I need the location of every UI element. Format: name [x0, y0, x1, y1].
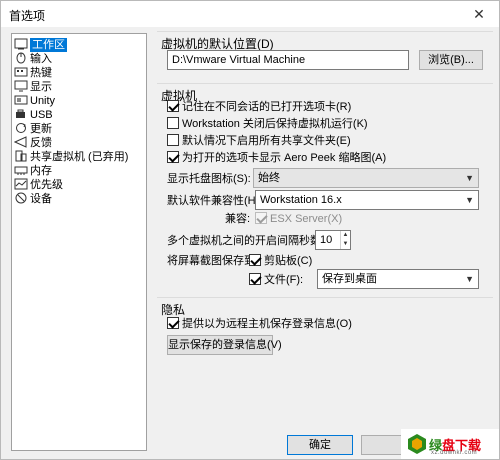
preferences-window: 首选项 ✕ 工作区 输入 热键 显示 Unity USB 更新 反馈 共享虚拟机… — [0, 0, 500, 460]
sidebar-item-usb[interactable]: USB — [14, 108, 144, 122]
sidebar-item-workspace[interactable]: 工作区 — [14, 38, 144, 52]
tray-icon-label: 显示托盘图标(S): — [167, 173, 251, 185]
esx-server-label: ESX Server(X) — [270, 213, 343, 225]
checkbox-box[interactable] — [167, 317, 179, 329]
display-icon — [14, 80, 28, 92]
sidebar-item-label: 显示 — [30, 81, 52, 93]
keep-running-label: Workstation 关闭后保持虚拟机运行(K) — [182, 118, 368, 130]
chevron-down-icon: ▼ — [465, 274, 474, 284]
remember-tabs-checkbox[interactable]: 记住在不同会话的已打开选项卡(R) — [167, 100, 351, 114]
compat-label: 默认软件兼容性(H): — [167, 195, 263, 207]
sidebar-item-label: 设备 — [30, 193, 52, 205]
interval-spinner[interactable]: 10 ▲ ▼ — [315, 230, 351, 250]
compat-select[interactable]: Workstation 16.x ▼ — [255, 190, 479, 210]
sidebar-item-display[interactable]: 显示 — [14, 80, 144, 94]
file-location-select[interactable]: 保存到桌面 ▼ — [317, 269, 479, 289]
spinner-arrows-icon[interactable]: ▲ ▼ — [340, 231, 350, 249]
chevron-down-icon: ▼ — [465, 195, 474, 205]
sidebar-item-priority[interactable]: 优先级 — [14, 178, 144, 192]
aero-peek-label: 为打开的选项卡显示 Aero Peek 缩略图(A) — [182, 152, 387, 164]
device-icon — [15, 192, 27, 204]
memory-icon — [14, 166, 28, 175]
window-title: 首选项 — [9, 9, 46, 23]
vm-location-input[interactable]: D:\Vmware Virtual Machine — [167, 50, 409, 70]
sidebar-item-shared-vm[interactable]: 共享虚拟机 (已弃用) — [14, 150, 144, 164]
usb-icon — [16, 109, 25, 118]
sidebar-item-unity[interactable]: Unity — [14, 94, 144, 108]
keep-running-checkbox[interactable]: Workstation 关闭后保持虚拟机运行(K) — [167, 117, 368, 131]
sidebar-item-input[interactable]: 输入 — [14, 52, 144, 66]
shared-folders-label: 默认情况下启用所有共享文件夹(E) — [182, 135, 351, 147]
input-icon — [16, 52, 26, 64]
sidebar-item-label: 共享虚拟机 (已弃用) — [30, 151, 129, 163]
save-login-checkbox[interactable]: 提供以为远程主机保存登录信息(O) — [167, 317, 352, 331]
clipboard-label: 剪贴板(C) — [264, 255, 313, 267]
workspace-icon — [14, 38, 28, 50]
vm-group: 虚拟机 记住在不同会话的已打开选项卡(R) Workstation 关闭后保持虚… — [157, 83, 493, 293]
unity-icon — [14, 95, 28, 105]
sidebar-item-label: 热键 — [30, 67, 52, 79]
privacy-group: 隐私 提供以为远程主机保存登录信息(O) 显示保存的登录信息(V) — [157, 297, 493, 357]
screenshot-label: 将屏幕截图保存到: — [167, 255, 259, 267]
file-checkbox[interactable]: 文件(F): — [249, 273, 303, 287]
privacy-title: 隐私 — [161, 303, 186, 317]
priority-icon — [14, 178, 28, 190]
title-bar: 首选项 ✕ — [1, 1, 499, 27]
tray-icon-value: 始终 — [258, 172, 280, 184]
sidebar-item-label: 优先级 — [30, 179, 63, 191]
checkbox-box[interactable] — [167, 100, 179, 112]
sidebar-item-device[interactable]: 设备 — [14, 192, 144, 206]
remember-tabs-label: 记住在不同会话的已打开选项卡(R) — [182, 101, 352, 113]
tray-icon-select[interactable]: 始终 ▼ — [253, 168, 479, 188]
watermark-logo-icon — [408, 434, 426, 454]
file-label: 文件(F): — [264, 274, 304, 286]
close-icon[interactable]: ✕ — [459, 1, 499, 27]
checkbox-box[interactable] — [167, 117, 179, 129]
sidebar-item-hotkey[interactable]: 热键 — [14, 66, 144, 80]
sidebar-item-feedback[interactable]: 反馈 — [14, 136, 144, 150]
sidebar-item-memory[interactable]: 内存 — [14, 164, 144, 178]
show-saved-login-button[interactable]: 显示保存的登录信息(V) — [167, 335, 282, 355]
file-location-value: 保存到桌面 — [322, 273, 377, 285]
checkbox-box[interactable] — [249, 254, 261, 266]
ok-button[interactable]: 确定 — [287, 435, 353, 455]
interval-value: 10 — [320, 234, 333, 246]
sidebar-item-label: 工作区 — [30, 38, 67, 52]
sidebar-item-label: Unity — [30, 95, 56, 107]
sidebar-item-label: 更新 — [30, 123, 52, 135]
update-icon — [16, 123, 26, 133]
feedback-icon — [14, 136, 27, 148]
checkbox-box[interactable] — [249, 273, 261, 285]
checkbox-box — [255, 212, 267, 224]
interval-label: 多个虚拟机之间的开启间隔秒数(P): — [167, 235, 339, 247]
category-tree[interactable]: 工作区 输入 热键 显示 Unity USB 更新 反馈 共享虚拟机 (已弃用)… — [11, 33, 147, 451]
checkbox-box[interactable] — [167, 151, 179, 163]
sidebar-item-update[interactable]: 更新 — [14, 122, 144, 136]
shared-vm-icon — [15, 150, 27, 162]
shared-folders-checkbox[interactable]: 默认情况下启用所有共享文件夹(E) — [167, 134, 351, 148]
vm-location-group: 虚拟机的默认位置(D) D:\Vmware Virtual Machine 浏览… — [157, 31, 493, 81]
compat-value: Workstation 16.x — [260, 194, 342, 206]
aero-peek-checkbox[interactable]: 为打开的选项卡显示 Aero Peek 缩略图(A) — [167, 151, 386, 165]
clipboard-checkbox[interactable]: 剪贴板(C) — [249, 254, 312, 268]
watermark: 绿盘下载 xz.downkr.com — [401, 429, 499, 459]
sidebar-item-label: 输入 — [30, 53, 52, 65]
sidebar-item-label: 反馈 — [30, 137, 52, 149]
sidebar-item-label: USB — [30, 109, 53, 121]
esx-server-checkbox: ESX Server(X) — [255, 212, 342, 226]
save-login-label: 提供以为远程主机保存登录信息(O) — [182, 318, 352, 330]
watermark-url: xz.downkr.com — [431, 450, 478, 456]
chevron-down-icon: ▼ — [465, 173, 474, 183]
hotkey-icon — [14, 67, 28, 77]
compat-with-label: 兼容: — [225, 213, 251, 225]
browse-button[interactable]: 浏览(B)... — [419, 50, 483, 70]
checkbox-box[interactable] — [167, 134, 179, 146]
sidebar-item-label: 内存 — [30, 165, 52, 177]
